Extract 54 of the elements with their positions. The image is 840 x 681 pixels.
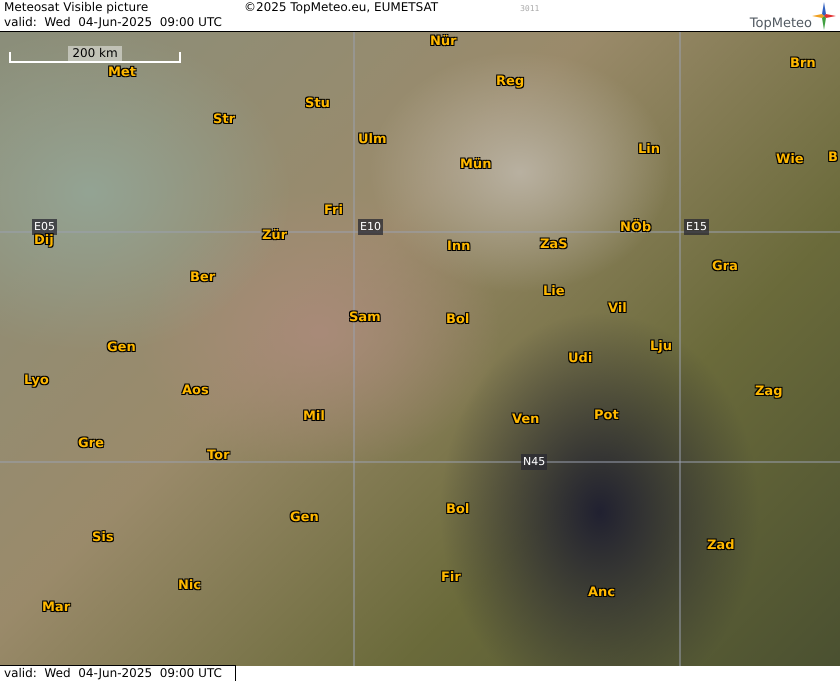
grid-label: N45	[521, 454, 548, 470]
city-label: Lju	[650, 339, 672, 355]
city-label: Reg	[496, 74, 524, 90]
city-label: Tor	[207, 448, 230, 464]
city-label: Lie	[543, 284, 565, 300]
valid-time: valid: Wed 04-Jun-2025 09:00 UTC	[4, 666, 223, 680]
city-label: Zad	[707, 538, 735, 554]
valid-time: valid: Wed 04-Jun-2025 09:00 UTC	[4, 15, 223, 30]
image-code: 3011	[520, 4, 540, 13]
city-label: Fri	[324, 203, 343, 219]
city-label: Ven	[512, 412, 540, 428]
grid-label: E10	[358, 219, 383, 235]
city-label: Zag	[755, 384, 783, 400]
city-label: Nic	[178, 578, 202, 594]
copyright-text: ©2025 TopMeteo.eu, EUMETSAT	[244, 0, 438, 15]
city-label: Lin	[638, 142, 660, 158]
city-label: Anc	[588, 585, 616, 601]
city-label: Wie	[776, 152, 804, 168]
scale-label: 200 km	[68, 46, 122, 61]
city-label: Gra	[712, 259, 738, 275]
city-label: Sam	[349, 310, 381, 326]
city-label: Aos	[182, 383, 209, 399]
map-title: Meteosat Visible picture	[4, 0, 150, 15]
grid-label: E15	[684, 219, 709, 235]
city-label: Str	[213, 112, 235, 128]
city-label: Ulm	[358, 132, 387, 148]
city-label: Mar	[42, 600, 70, 616]
city-label: Sis	[92, 530, 114, 546]
city-label: B	[828, 150, 838, 166]
city-label: Nür	[430, 34, 457, 50]
city-label: Gre	[78, 436, 104, 452]
city-label: Ber	[190, 270, 216, 286]
city-label: Udi	[568, 351, 592, 367]
compass-star-icon	[812, 2, 836, 30]
city-label: Stu	[305, 96, 330, 112]
city-label: Bol	[446, 312, 470, 328]
city-label: Fir	[441, 570, 461, 586]
city-label: Lyo	[24, 373, 49, 389]
city-label: Mün	[460, 157, 492, 173]
city-label: Met	[108, 65, 136, 81]
logo-text: TopMeteo	[750, 16, 812, 32]
city-label: Mil	[303, 409, 325, 425]
city-label: Dij	[34, 233, 54, 249]
city-label: Gen	[290, 510, 319, 526]
city-label: NÖb	[620, 220, 652, 236]
city-label: ZaS	[540, 237, 568, 253]
city-label: Inn	[447, 239, 470, 255]
city-label: Pot	[594, 408, 619, 424]
city-label: Brn	[790, 56, 816, 72]
city-label: Gen	[107, 340, 136, 356]
city-label: Zür	[262, 228, 288, 244]
grid-label: E05	[32, 219, 57, 235]
city-label: Bol	[446, 502, 470, 518]
city-label: Vil	[608, 301, 627, 317]
